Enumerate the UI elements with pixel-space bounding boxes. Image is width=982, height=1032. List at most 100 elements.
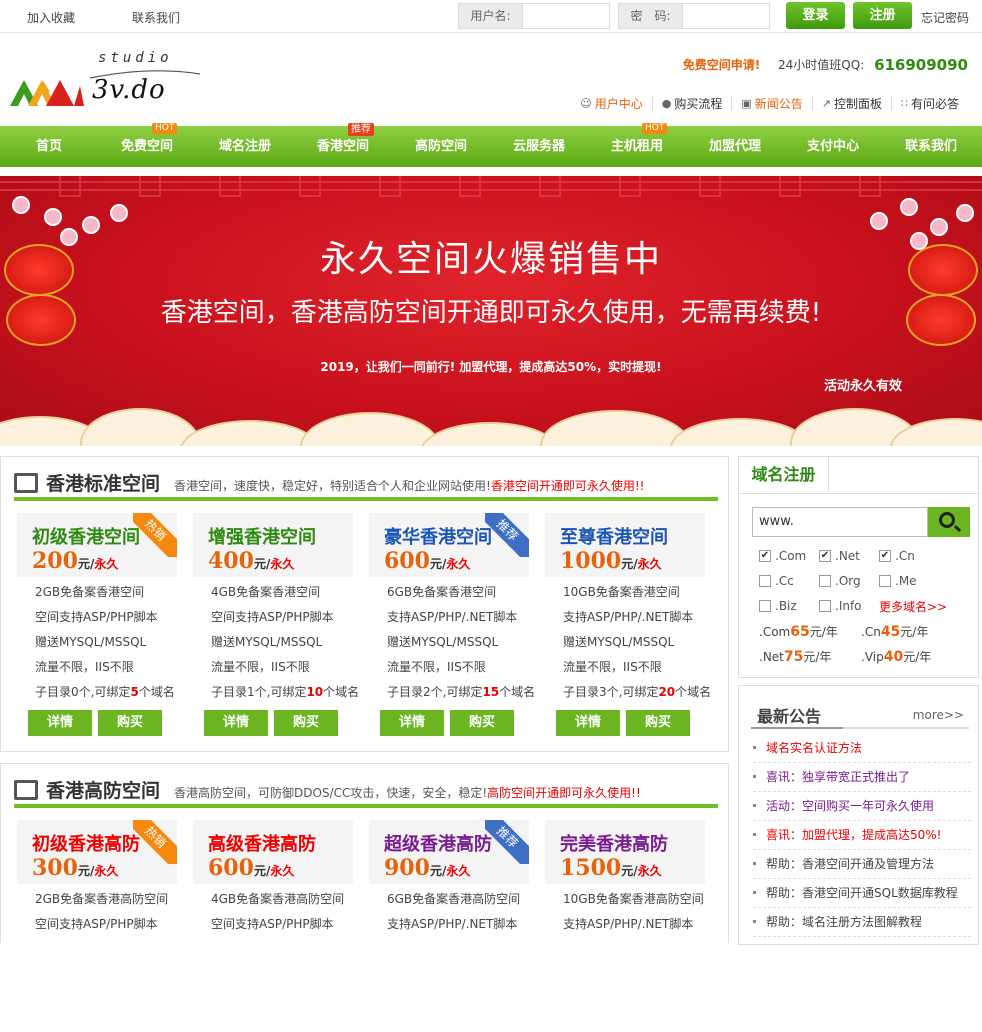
user-icon: ☺ — [580, 96, 592, 110]
nav-item-label: 主机租用 — [610, 139, 663, 154]
tld-label: .Org — [835, 574, 861, 588]
product-price: 200元/永久 — [32, 548, 118, 574]
tld-checkbox[interactable]: .Me — [879, 574, 917, 588]
quicklink-news[interactable]: ▣ 新闻公告 — [731, 96, 811, 111]
product-feature: 6GB免备案香港高防空间 — [387, 892, 521, 906]
tld-checkbox[interactable]: ✔ .Cn — [879, 549, 915, 563]
quicklink-label: 购买流程 — [674, 96, 723, 111]
notice-item[interactable]: 喜讯：加盟代理，提成高达50%! — [753, 821, 971, 850]
quicklink-user[interactable]: ☺ 用户中心 — [571, 96, 651, 111]
username-input[interactable] — [522, 3, 610, 29]
password-input[interactable] — [682, 3, 770, 29]
product-price: 1500元/永久 — [560, 855, 662, 881]
checked-icon: ✔ — [759, 550, 771, 562]
nav-item-5[interactable]: 云服务器 — [490, 126, 588, 167]
qq-label: 24小时值班QQ: — [778, 58, 865, 72]
nav-item-label: 域名注册 — [218, 139, 271, 154]
detail-button[interactable]: 详情 — [28, 710, 92, 736]
bullet-icon — [753, 746, 756, 749]
product-card: 超级香港高防 900元/永久 推荐 6GB免备案香港高防空间 支持ASP/PHP/.NE… — [369, 820, 529, 1032]
nav-item-1[interactable]: 免费空间 HOT — [98, 123, 196, 167]
nav-item-6[interactable]: 主机租用 HOT — [588, 123, 686, 167]
quicklink-grid[interactable]: ∷ 有问必答 — [890, 96, 968, 111]
tld-checkbox[interactable]: ✔ .Com — [759, 549, 806, 563]
card-header: 完美香港高防 1500元/永久 — [545, 820, 705, 884]
buy-button[interactable]: 购买 — [274, 710, 338, 736]
price-unit: 元/ — [77, 557, 95, 571]
buy-button[interactable]: 购买 — [626, 710, 690, 736]
ribbon-label: 热销 — [133, 513, 177, 557]
price-period: 永久 — [94, 864, 119, 878]
product-feature: 空间支持ASP/PHP脚本 — [35, 917, 158, 931]
price-period: 永久 — [94, 557, 119, 571]
card-header: 豪华香港空间 600元/永久 推荐 — [369, 513, 529, 577]
monitor-icon — [14, 473, 38, 493]
quicklink-map-pin[interactable]: ● 购买流程 — [651, 96, 732, 111]
product-feature: 2GB免备案香港高防空间 — [35, 892, 169, 906]
price-unit: 元/ — [77, 864, 95, 878]
card-header: 增强香港空间 400元/永久 — [193, 513, 353, 577]
quick-links: ☺ 用户中心 ● 购买流程 ▣ 新闻公告 ↗ 控制面板 ∷ 有问必答 — [571, 96, 968, 111]
bookmark-link[interactable]: 加入收藏 — [27, 9, 75, 26]
detail-button[interactable]: 详情 — [380, 710, 444, 736]
product-feature: 流量不限，IIS不限 — [387, 660, 486, 674]
nav-item-7[interactable]: 加盟代理 — [686, 126, 784, 167]
notice-item[interactable]: 帮助：香港空间开通SQL数据库教程 — [753, 879, 971, 908]
hero-banner[interactable]: 永久空间火爆销售中 香港空间，香港高防空间开通即可永久使用，无需再续费! 201… — [0, 176, 982, 446]
notice-item[interactable]: 喜讯：独享带宽正式推出了 — [753, 763, 971, 792]
product-feature: 10GB免备案香港高防空间 — [563, 892, 704, 906]
notice-more-link[interactable]: more>> — [913, 708, 964, 722]
detail-button[interactable]: 详情 — [556, 710, 620, 736]
section-desc: 香港空间，速度快，稳定好，特别适合个人和企业网站使用! — [174, 479, 491, 493]
nav-item-2[interactable]: 域名注册 — [196, 126, 294, 167]
unchecked-icon — [819, 575, 831, 587]
tld-checkbox[interactable]: .Info — [819, 599, 862, 613]
ribbon-label: 热销 — [133, 820, 177, 864]
quicklink-pin[interactable]: ↗ 控制面板 — [811, 96, 891, 111]
tld-price-unit: 元/年 — [903, 650, 932, 664]
bullet-icon — [753, 833, 756, 836]
buy-button[interactable]: 购买 — [98, 710, 162, 736]
card-header: 初级香港空间 200元/永久 热销 — [17, 513, 177, 577]
nav-item-0[interactable]: 首页 — [0, 126, 98, 167]
more-domains-link[interactable]: 更多域名>> — [879, 598, 947, 615]
product-feature: 流量不限，IIS不限 — [35, 660, 134, 674]
domain-box-divider — [739, 493, 978, 494]
blossom — [870, 212, 888, 230]
register-button[interactable]: 注册 — [853, 2, 912, 29]
blossom — [44, 208, 62, 226]
notice-item[interactable]: 域名实名认证方法 — [753, 734, 971, 763]
detail-button[interactable]: 详情 — [204, 710, 268, 736]
hk-standard-panel: 香港标准空间 香港空间，速度快，稳定好，特别适合个人和企业网站使用! 香港空间开… — [0, 456, 729, 752]
tld-label: .Com — [775, 549, 807, 563]
tld-checkbox[interactable]: .Org — [819, 574, 861, 588]
domain-search-button[interactable] — [928, 507, 970, 537]
tld-checkbox[interactable]: .Biz — [759, 599, 797, 613]
product-feature: 4GB免备案香港高防空间 — [211, 892, 345, 906]
notice-text: 帮助：香港空间开通SQL数据库教程 — [766, 886, 958, 900]
tld-checkbox[interactable]: ✔ .Net — [819, 549, 860, 563]
monitor-icon — [14, 780, 38, 800]
qq-number: 616909090 — [874, 56, 968, 74]
nav-item-label: 加盟代理 — [708, 139, 761, 154]
nav-item-9[interactable]: 联系我们 — [882, 126, 980, 167]
buy-button[interactable]: 购买 — [450, 710, 514, 736]
login-button[interactable]: 登录 — [786, 2, 845, 29]
product-feature: 赠送MYSQL/MSSQL — [211, 635, 323, 649]
nav-item-8[interactable]: 支付中心 — [784, 126, 882, 167]
bullet-icon — [753, 891, 756, 894]
product-price: 900元/永久 — [384, 855, 470, 881]
contact-link[interactable]: 联系我们 — [132, 9, 180, 26]
nav-item-3[interactable]: 香港空间 推荐 — [294, 123, 392, 167]
forgot-password-link[interactable]: 忘记密码 — [921, 9, 969, 26]
nav-item-4[interactable]: 高防空间 — [392, 126, 490, 167]
section-title: 香港高防空间 — [46, 780, 161, 802]
notice-item[interactable]: 活动：空间购买一年可永久使用 — [753, 792, 971, 821]
notice-box: 最新公告 more>> 域名实名认证方法 喜讯：独享带宽正式推出了 活动：空间购买一… — [738, 685, 979, 945]
domain-search-input[interactable]: www. — [752, 507, 928, 537]
free-apply-link[interactable]: 免费空间申请! — [683, 58, 760, 72]
logo[interactable]: studio 3v.do — [8, 48, 203, 112]
pin-icon: ↗ — [821, 96, 831, 110]
notice-item[interactable]: 帮助：香港空间开通及管理方法 — [753, 850, 971, 879]
tld-checkbox[interactable]: .Cc — [759, 574, 794, 588]
